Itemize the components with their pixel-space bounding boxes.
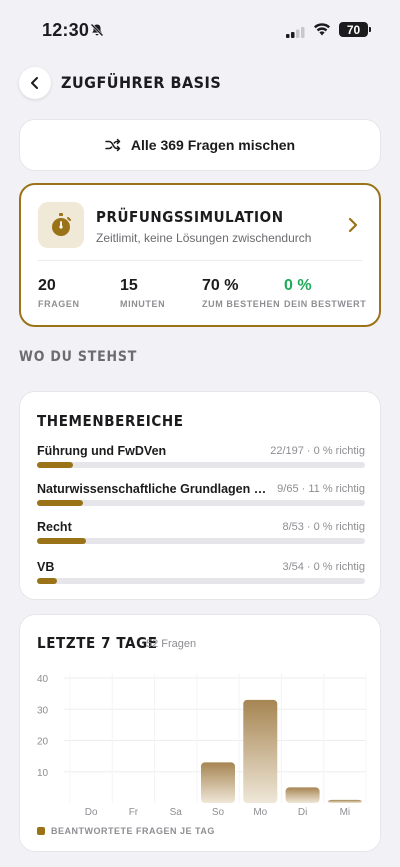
progress-track — [37, 500, 365, 506]
x-tick-label: Sa — [170, 807, 183, 818]
battery-tip — [369, 27, 371, 32]
bell-muted-icon — [90, 23, 104, 42]
progress-track — [37, 578, 365, 584]
signal-icon — [286, 25, 306, 43]
topics-card: THEMENBEREICHE Führung und FwDVen 22/197… — [19, 391, 381, 600]
exam-simulation-card[interactable]: PRÜFUNGSSIMULATION Zeitlimit, keine Lösu… — [19, 183, 381, 327]
progress-track — [37, 462, 365, 468]
x-tick-label: Do — [85, 807, 98, 818]
bar-chart: 10 20 30 40 Do Fr Sa So Mo Di Mi — [37, 674, 367, 818]
x-tick-label: Mo — [253, 807, 267, 818]
topic-name: Naturwissenschaftliche Grundlagen und Te… — [37, 482, 271, 496]
bar — [327, 799, 362, 803]
topic-name: Recht — [37, 520, 72, 534]
x-tick-label: So — [212, 807, 225, 818]
topic-stat: 22/197 · 0 % richtig — [270, 445, 365, 457]
topic-name: Führung und FwDVen — [37, 444, 167, 458]
y-tick-label: 10 — [37, 768, 49, 779]
y-tick-label: 20 — [37, 737, 49, 748]
shuffle-all-button[interactable]: Alle 369 Fragen mischen — [19, 119, 381, 171]
chevron-left-icon — [31, 77, 38, 89]
exam-subtitle: Zeitlimit, keine Lösungen zwischendurch — [96, 231, 312, 245]
y-tick-label: 40 — [37, 674, 49, 685]
bar — [243, 699, 278, 803]
topic-stat: 9/65 · 11 % richtig — [277, 483, 365, 495]
legend-swatch — [37, 827, 45, 835]
status-bar: 12:30 70 — [0, 0, 400, 60]
stat-value: 0 % — [284, 277, 312, 294]
x-tick-label: Mi — [340, 807, 351, 818]
exam-stat-best: 0 % DEIN BESTWERT — [284, 277, 366, 309]
topics-title: THEMENBEREICHE — [37, 412, 184, 430]
divider — [38, 260, 362, 261]
timer-icon — [38, 202, 84, 248]
exam-stat-minutes: 15 MINUTEN — [120, 277, 165, 309]
topic-name: VB — [37, 560, 55, 574]
progress-fill — [37, 578, 57, 584]
back-button[interactable] — [19, 67, 51, 99]
stat-label: FRAGEN — [38, 299, 80, 309]
bar — [201, 762, 235, 803]
shuffle-label: Alle 369 Fragen mischen — [130, 137, 296, 153]
stat-label: ZUM BESTEHEN — [202, 299, 281, 309]
progress-fill — [37, 538, 87, 544]
exam-title: PRÜFUNGSSIMULATION — [96, 208, 284, 226]
progress-track — [37, 538, 365, 544]
chart-legend: BEANTWORTETE FRAGEN JE TAG — [37, 826, 215, 836]
exam-stat-pass: 70 % ZUM BESTEHEN — [202, 277, 280, 309]
stat-label: MINUTEN — [120, 299, 166, 309]
weekly-chart-card: LETZTE 7 TAGE 52 Fragen 10 20 30 40 Do Fr Sa So… — [19, 614, 381, 852]
stat-label: DEIN BESTWERT — [284, 299, 367, 309]
legend-label: BEANTWORTETE FRAGEN JE TAG — [51, 826, 215, 836]
progress-fill — [37, 500, 83, 506]
stat-value: 15 — [120, 277, 138, 294]
topic-stat: 3/54 · 0 % richtig — [282, 561, 365, 573]
battery-icon: 70 — [339, 22, 368, 37]
x-tick-label: Di — [298, 807, 307, 818]
y-tick-label: 30 — [37, 705, 49, 716]
bar — [285, 787, 320, 803]
section-title: WO DU STEHST — [19, 349, 138, 365]
chevron-right-icon — [348, 217, 358, 238]
stat-value: 20 — [38, 277, 56, 294]
topic-stat: 8/53 · 0 % richtig — [282, 521, 365, 533]
shuffle-icon — [105, 138, 121, 152]
stat-value: 70 % — [202, 277, 239, 294]
exam-stat-questions: 20 FRAGEN — [38, 277, 80, 309]
x-tick-label: Fr — [129, 807, 139, 818]
page-title: ZUGFÜHRER BASIS — [61, 73, 222, 92]
wifi-icon — [313, 22, 331, 41]
progress-fill — [37, 462, 74, 468]
status-time: 12:30 — [42, 20, 90, 40]
